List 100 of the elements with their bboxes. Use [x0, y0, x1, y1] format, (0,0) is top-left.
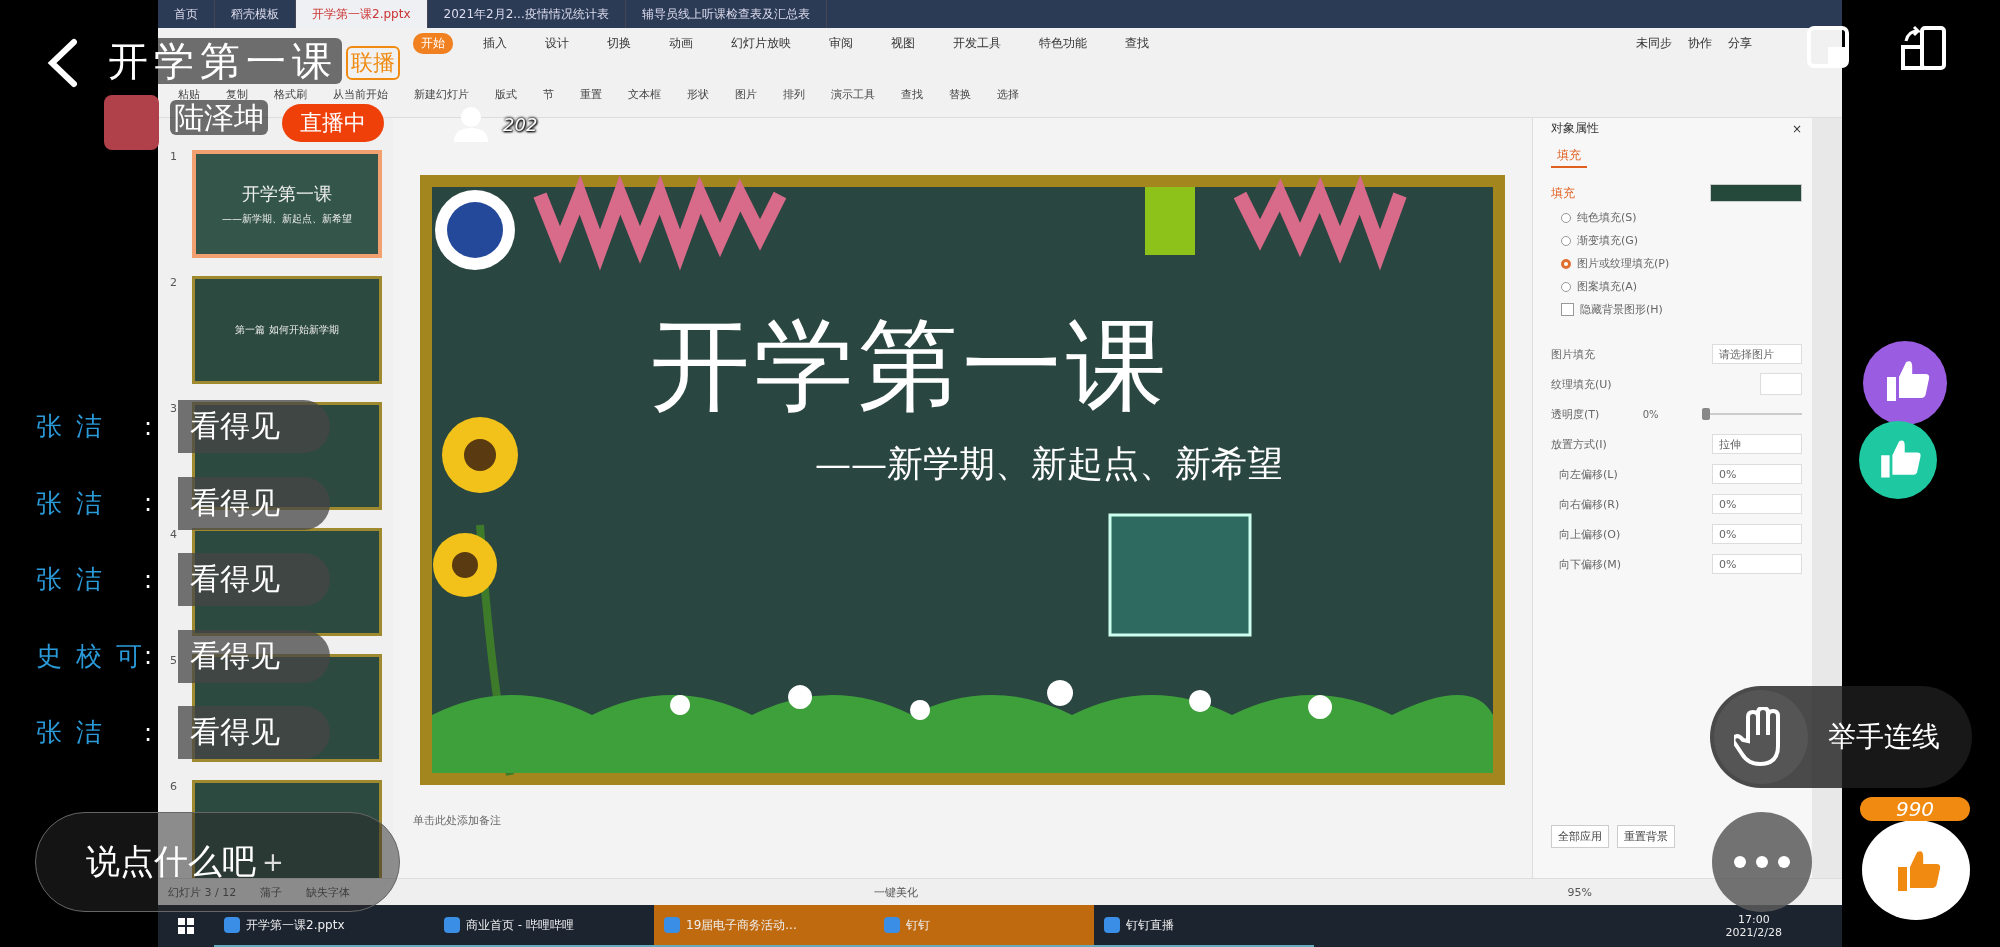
- slide-title: 开学第一课: [650, 306, 1170, 426]
- slide-number: 6: [170, 780, 178, 793]
- picture-dropdown[interactable]: 请选择图片: [1712, 344, 1802, 364]
- ribbon-button[interactable]: 新建幻灯片: [414, 88, 469, 102]
- ribbon-button[interactable]: 格式刷: [274, 88, 307, 102]
- windows-icon[interactable]: [178, 918, 194, 934]
- like-bubble-icon: [1858, 420, 1938, 500]
- ribbon-button[interactable]: 选择: [997, 88, 1019, 102]
- toolbar-link[interactable]: 协作: [1688, 34, 1712, 52]
- viewer-count: 202: [503, 114, 538, 135]
- offset-field[interactable]: 0%: [1712, 524, 1802, 544]
- chat-username: 史校可: [36, 639, 144, 673]
- taskbar-clock: 17:00 2021/2/28: [1724, 912, 1783, 941]
- slide-thumbnail[interactable]: 第一篇 如何开始新学期: [192, 276, 382, 384]
- ribbon-button[interactable]: 查找: [901, 88, 923, 102]
- offset-field[interactable]: 0%: [1712, 494, 1802, 514]
- live-status: 直播中: [282, 104, 384, 142]
- field-label: 放置方式(I): [1551, 436, 1607, 452]
- pane-tab[interactable]: 填充: [1551, 145, 1587, 168]
- chat-message: 看得见: [178, 553, 330, 606]
- field-label: 向下偏移(M): [1559, 556, 1622, 572]
- chat-message: 看得见: [178, 629, 330, 683]
- status-text[interactable]: 一键美化: [874, 884, 919, 900]
- section-title[interactable]: 填充: [1551, 184, 1575, 202]
- menu-tab[interactable]: 设计: [537, 32, 577, 54]
- ribbon-button[interactable]: 版式: [495, 88, 517, 102]
- rotate-screen-icon[interactable]: [1900, 25, 1948, 71]
- chat-username: 张洁: [36, 410, 117, 443]
- slide-subtitle: ——新学期、新起点、新希望: [815, 442, 1283, 486]
- toolbar-link[interactable]: 分享: [1728, 34, 1752, 52]
- chat-message: 看得见: [178, 476, 330, 530]
- fill-swatch[interactable]: [1710, 184, 1802, 202]
- radio-label: 图片或纹理填充(P): [1577, 256, 1670, 271]
- toolbar-link[interactable]: 未同步: [1636, 34, 1672, 52]
- like-count: 990: [1860, 797, 1970, 821]
- picture-in-picture-icon[interactable]: [1806, 25, 1850, 69]
- ribbon-button[interactable]: 形状: [687, 88, 709, 102]
- placement-dropdown[interactable]: 拉伸: [1712, 434, 1802, 454]
- chat-username: 张洁: [36, 563, 117, 596]
- host-name: 陆泽坤: [170, 100, 268, 135]
- menu-tab[interactable]: 审阅: [821, 32, 861, 54]
- zoom-level[interactable]: 95%: [1567, 885, 1592, 899]
- offset-field[interactable]: 0%: [1712, 464, 1802, 484]
- taskbar-item[interactable]: 开学第一课2.pptx: [214, 905, 434, 947]
- ribbon-button[interactable]: 演示工具: [831, 88, 875, 102]
- taskbar-item[interactable]: 19届电子商务活动...: [654, 905, 874, 947]
- menu-tab[interactable]: 视图: [883, 32, 923, 54]
- ribbon-button[interactable]: 替换: [949, 88, 971, 102]
- menu-tab[interactable]: 开发工具: [945, 32, 1009, 54]
- ribbon-button[interactable]: 节: [543, 88, 554, 102]
- radio-button[interactable]: [1561, 281, 1571, 292]
- ribbon-button[interactable]: 图片: [735, 88, 757, 102]
- radio-label: 图案填充(A): [1577, 279, 1638, 294]
- menu-tab[interactable]: 插入: [475, 32, 515, 54]
- menu-tab[interactable]: 幻灯片放映: [723, 32, 799, 54]
- menu-tab[interactable]: 特色功能: [1031, 32, 1095, 54]
- field-label: 向左偏移(L): [1559, 466, 1618, 482]
- field-label: 纹理填充(U): [1551, 376, 1612, 392]
- chat-separator: :: [144, 412, 154, 441]
- radio-button[interactable]: [1561, 235, 1571, 246]
- raise-hand-button[interactable]: 举手连线: [1710, 686, 1972, 788]
- checkbox-label: 隐藏背景图形(H): [1580, 302, 1663, 317]
- menu-tab[interactable]: 动画: [661, 32, 701, 54]
- pane-button[interactable]: 重置背景: [1617, 825, 1675, 848]
- ribbon-button[interactable]: 从当前开始: [333, 88, 388, 102]
- status-text: 幻灯片 3 / 12: [168, 884, 237, 900]
- chat-separator: :: [144, 489, 154, 517]
- slide-number: 4: [170, 528, 178, 541]
- like-bubble-icon: [1862, 340, 1948, 426]
- ribbon-button[interactable]: 重置: [580, 88, 602, 102]
- chat-username: 张洁: [36, 716, 117, 749]
- slider-reading: 0%: [1642, 408, 1659, 420]
- ribbon-button[interactable]: 排列: [783, 88, 805, 102]
- field-label: 图片填充: [1551, 346, 1595, 362]
- close-icon[interactable]: ×: [1791, 121, 1802, 136]
- menu-tab[interactable]: 查找: [1117, 32, 1157, 54]
- slider-thumb[interactable]: [1702, 408, 1710, 420]
- notes-placeholder[interactable]: 单击此处添加备注: [413, 813, 501, 828]
- ribbon-button[interactable]: 文本框: [628, 88, 661, 102]
- document-tab[interactable]: 开学第一课2.pptx: [296, 0, 428, 28]
- checkbox[interactable]: [1561, 303, 1574, 316]
- field-label: 透明度(T): [1551, 406, 1600, 422]
- ribbon-button[interactable]: 复制: [226, 88, 248, 102]
- radio-button[interactable]: [1561, 212, 1571, 223]
- ribbon-button[interactable]: 粘贴: [178, 88, 200, 102]
- status-text: 蒲子: [260, 884, 283, 900]
- menu-tab[interactable]: 切换: [599, 32, 639, 54]
- slide-thumbnail[interactable]: 开学第一课 ——新学期、新起点、新希望: [192, 150, 382, 258]
- radio-label: 纯色填充(S): [1577, 210, 1637, 225]
- slide-number: 5: [170, 654, 178, 667]
- taskbar-item[interactable]: 钉钉: [874, 905, 1094, 947]
- taskbar-item[interactable]: 钉钉直播: [1094, 905, 1314, 947]
- offset-field[interactable]: 0%: [1712, 554, 1802, 574]
- field-label: 向上偏移(O): [1559, 526, 1621, 542]
- radio-button[interactable]: [1561, 258, 1571, 269]
- pane-button[interactable]: 全部应用: [1551, 825, 1609, 848]
- chat-separator: :: [144, 642, 154, 670]
- slide-number: 3: [170, 402, 178, 415]
- slide-number: 2: [170, 276, 178, 289]
- chat-message: 看得见: [178, 400, 330, 453]
